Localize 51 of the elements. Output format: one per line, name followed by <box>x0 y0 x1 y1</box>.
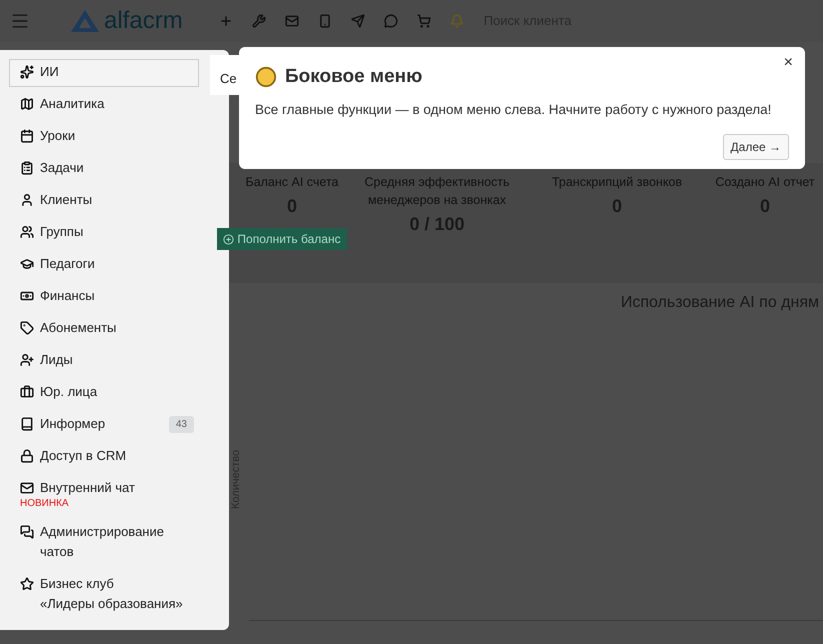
mail-icon[interactable] <box>284 14 299 28</box>
logo-text: alfacrm <box>104 9 183 33</box>
sidebar-item[interactable]: Задачи <box>9 155 199 183</box>
sidebar-item[interactable]: Администрирование чатов <box>9 519 199 567</box>
book-icon <box>20 417 34 431</box>
clipboard-icon <box>20 161 34 175</box>
top-up-button[interactable]: Пополнить баланс <box>217 228 347 250</box>
count-badge: 43 <box>168 416 194 433</box>
close-button[interactable]: × <box>784 51 793 75</box>
popover-text: Все главные функции — в одном меню слева. Начните работу с нужного раздела! <box>255 100 772 119</box>
sidebar-item[interactable]: Бизнес клуб «Лидеры образования» <box>9 571 199 619</box>
sidebar-item[interactable]: Группы <box>9 219 199 247</box>
graduation-cap-icon <box>20 257 34 271</box>
logo-icon <box>70 9 100 33</box>
sidebar-item[interactable]: Уроки <box>9 123 199 151</box>
sparkles-icon <box>20 65 34 79</box>
sidebar-item[interactable]: Лиды <box>9 347 199 375</box>
tab-label[interactable]: Се <box>210 55 240 95</box>
chat-bubbles-icon <box>20 525 34 539</box>
chat-bubble-icon[interactable] <box>384 14 398 28</box>
user-plus-icon <box>20 353 34 367</box>
briefcase-icon <box>20 385 34 399</box>
sidebar-item[interactable]: Информер 43 <box>9 411 199 439</box>
sidebar-item[interactable]: Доступ в CRM <box>9 443 199 471</box>
paper-plane-icon[interactable] <box>350 14 365 28</box>
sidebar-item[interactable]: Финансы <box>9 283 199 311</box>
map-icon <box>20 97 34 111</box>
sidebar-item[interactable]: Аналитика <box>9 91 199 119</box>
popover-title: Боковое меню <box>285 65 422 89</box>
tag-icon <box>20 321 34 335</box>
phone-icon[interactable] <box>318 14 332 28</box>
users-icon <box>20 225 34 239</box>
star-icon <box>20 577 34 591</box>
envelope-icon <box>20 481 34 495</box>
sidebar-item[interactable]: Внутренний чат НОВИНКА <box>9 475 199 515</box>
sidebar-item[interactable]: Юр. лица <box>9 379 199 407</box>
cart-icon[interactable] <box>416 14 431 28</box>
user-icon <box>20 193 34 207</box>
plus-circle-icon <box>223 234 234 244</box>
calendar-icon <box>20 129 34 143</box>
sidebar-item[interactable]: Педагоги <box>9 251 199 279</box>
next-button[interactable]: Далее → <box>722 134 789 160</box>
plus-icon[interactable] <box>218 14 233 28</box>
new-label: НОВИНКА <box>20 498 70 510</box>
sidebar-item[interactable]: ИИ <box>9 59 199 87</box>
banknote-icon <box>20 289 34 303</box>
wrench-icon[interactable] <box>252 14 266 28</box>
bell-icon[interactable] <box>450 14 464 28</box>
sidebar-item[interactable]: Клиенты <box>9 187 199 215</box>
lock-icon <box>20 449 34 463</box>
sidebar-item[interactable]: Абонементы <box>9 315 199 343</box>
